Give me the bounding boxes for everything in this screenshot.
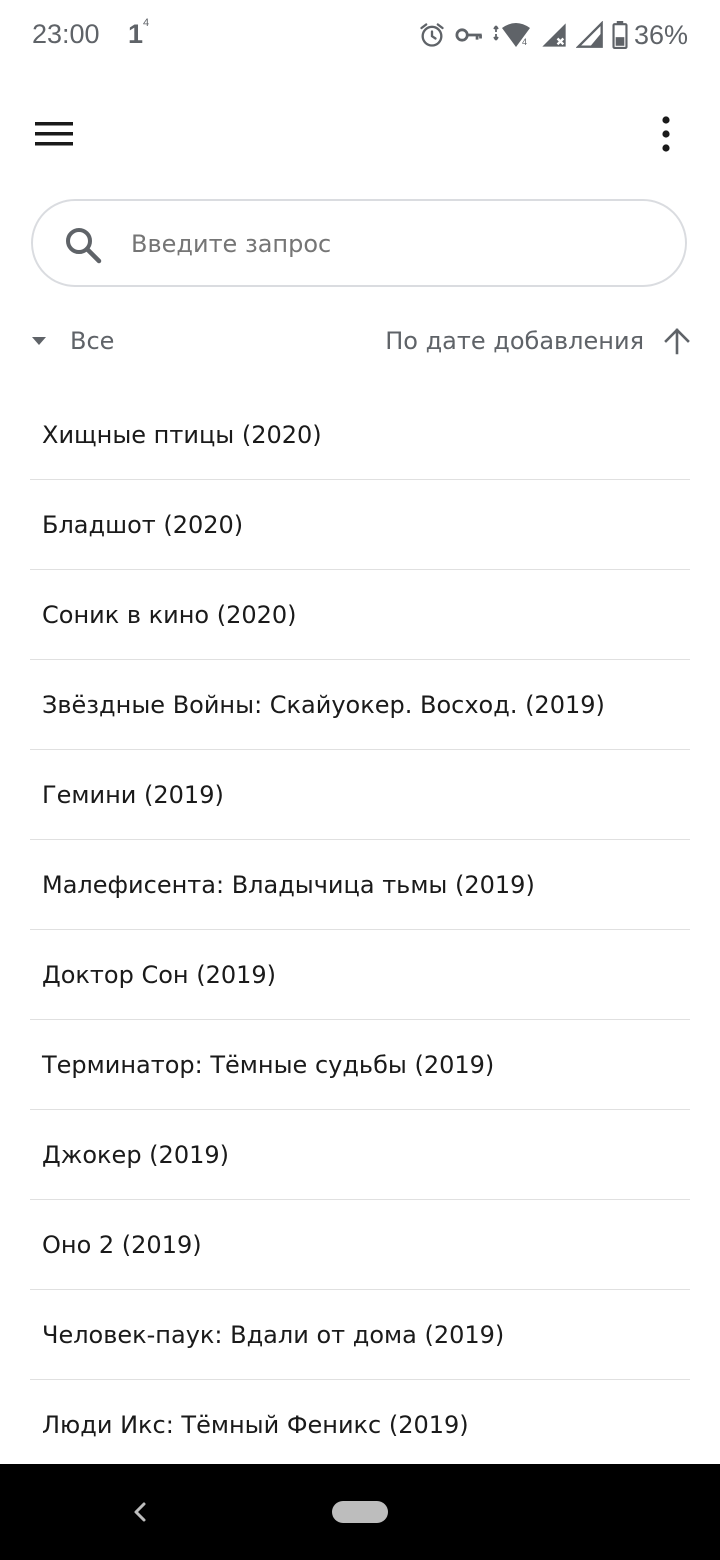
- search-input[interactable]: [129, 221, 653, 267]
- list-item[interactable]: Человек-паук: Вдали от дома (2019): [30, 1290, 690, 1380]
- search-box[interactable]: [31, 199, 687, 287]
- list-item[interactable]: Гемини (2019): [30, 750, 690, 840]
- battery-icon: [612, 21, 628, 49]
- filter-row: Все По дате добавления: [0, 316, 720, 366]
- arrow-drop-down-icon: [32, 337, 46, 345]
- more-options-button[interactable]: [642, 110, 690, 158]
- filter-label: Все: [70, 327, 115, 355]
- arrow-upward-icon[interactable]: [664, 327, 690, 355]
- sort-control[interactable]: По дате добавления: [385, 316, 690, 366]
- menu-button[interactable]: [30, 110, 78, 158]
- status-bar: 23:00 14 4 36%: [0, 0, 720, 72]
- list-item[interactable]: Малефисента: Владычица тьмы (2019): [30, 840, 690, 930]
- notification-count: 14: [128, 17, 150, 50]
- list-item[interactable]: Джокер (2019): [30, 1110, 690, 1200]
- screen: 23:00 14 4 36% Введите запрос Все По дат…: [0, 0, 720, 1560]
- hamburger-menu-icon: [35, 122, 73, 146]
- list-item[interactable]: Люди Икс: Тёмный Феникс (2019): [30, 1380, 690, 1469]
- home-pill-icon[interactable]: [332, 1501, 388, 1523]
- wifi-badge: 4: [522, 37, 527, 47]
- movie-list: Хищные птицы (2020) Бладшот (2020) Соник…: [30, 390, 690, 1469]
- sort-label: По дате добавления: [385, 327, 644, 355]
- wifi-icon: 4: [493, 23, 530, 47]
- notification-digit: 1: [128, 19, 144, 49]
- signal-icon: [575, 21, 603, 48]
- list-item[interactable]: Соник в кино (2020): [30, 570, 690, 660]
- notification-super: 4: [143, 17, 150, 29]
- list-item[interactable]: Терминатор: Тёмные судьбы (2019): [30, 1020, 690, 1110]
- search-icon: [66, 228, 102, 264]
- list-item[interactable]: Оно 2 (2019): [30, 1200, 690, 1290]
- list-item[interactable]: Доктор Сон (2019): [30, 930, 690, 1020]
- signal-no-data-icon: [542, 23, 566, 47]
- status-icons: 4 36%: [418, 18, 688, 52]
- filter-dropdown[interactable]: Все: [30, 316, 114, 366]
- list-item[interactable]: Бладшот (2020): [30, 480, 690, 570]
- list-item[interactable]: Хищные птицы (2020): [30, 390, 690, 480]
- list-item[interactable]: Звёздные Войны: Скайуокер. Восход. (2019…: [30, 660, 690, 750]
- battery-percent: 36%: [633, 19, 688, 50]
- status-time: 23:00: [32, 19, 100, 49]
- back-chevron-icon[interactable]: [122, 1494, 158, 1530]
- more-vert-icon: [662, 116, 670, 152]
- navigation-bar: [0, 1464, 720, 1560]
- vpn-key-icon: [455, 28, 482, 42]
- app-bar: [0, 96, 720, 172]
- alarm-icon: [420, 23, 444, 47]
